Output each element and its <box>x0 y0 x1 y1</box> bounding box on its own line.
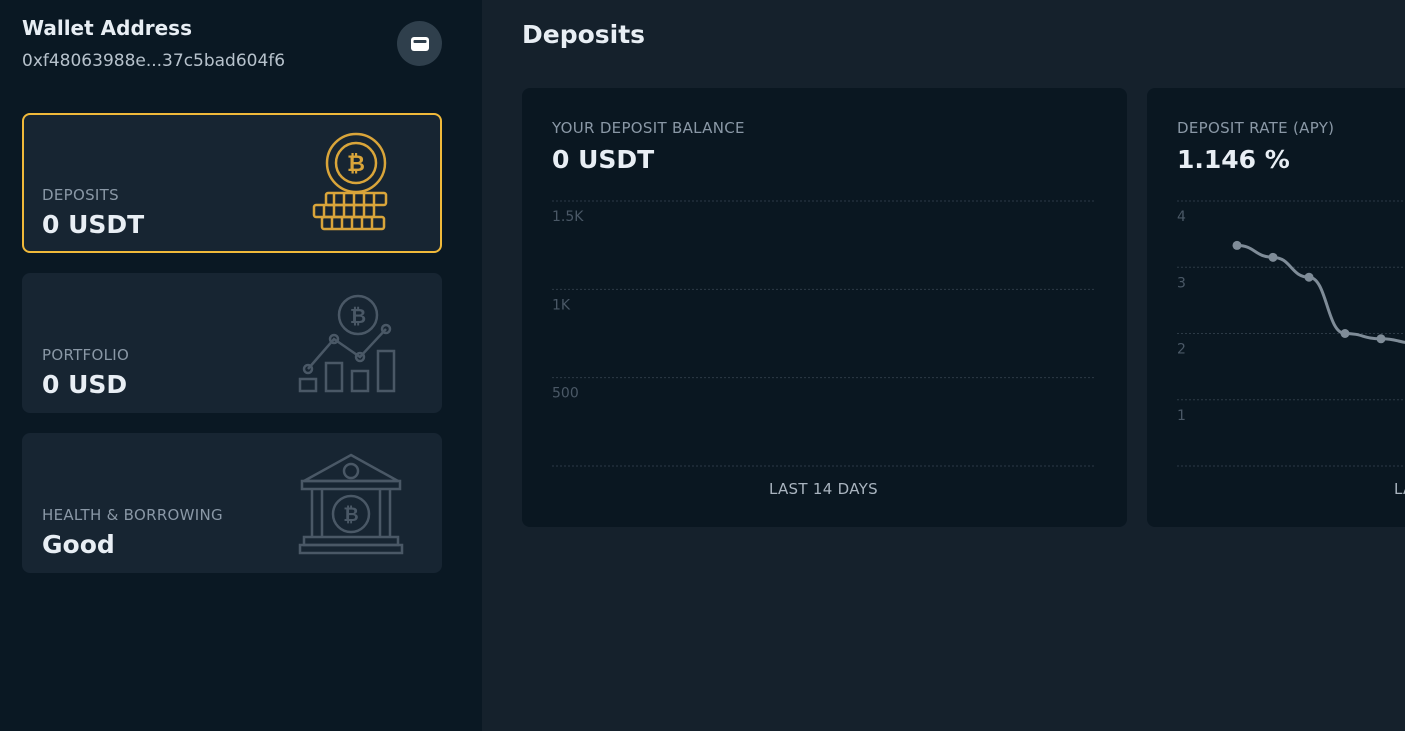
svg-text:₿: ₿ <box>347 152 365 177</box>
bitcoin-growth-chart-icon: ₿ <box>298 294 396 393</box>
page-title: Deposits <box>522 20 646 49</box>
y-tick-label: 500 <box>552 386 579 402</box>
wallet-button[interactable] <box>397 21 442 66</box>
deposits-value: 0 USDT <box>42 210 145 239</box>
data-point <box>1304 272 1314 282</box>
bitcoin-bank-icon: ₿ <box>298 453 404 555</box>
deposits-card[interactable]: DEPOSITS 0 USDT ₿ <box>22 113 442 253</box>
deposit-balance-chart: 1.5K 1K 500 <box>552 200 1095 467</box>
y-tick-label: 2 <box>1177 342 1186 358</box>
data-point <box>1268 252 1278 262</box>
deposit-balance-panel: YOUR DEPOSIT BALANCE 0 USDT 1.5K 1K 500 LA… <box>522 88 1127 527</box>
portfolio-value: 0 USD <box>42 370 128 399</box>
portfolio-label: PORTFOLIO <box>42 346 130 364</box>
sidebar: Wallet Address 0xf48063988e...37c5bad604… <box>0 0 482 731</box>
y-tick-label: 1K <box>552 297 571 313</box>
wallet-title: Wallet Address <box>22 16 192 40</box>
bitcoin-coins-icon: ₿ <box>312 132 388 231</box>
y-tick-label: 1 <box>1177 408 1186 424</box>
health-value: Good <box>42 530 115 559</box>
deposit-rate-chart: 4 3 2 1 <box>1177 200 1405 467</box>
deposit-balance-footer: LAST 14 DAYS <box>769 480 878 498</box>
health-card[interactable]: HEALTH & BORROWING Good ₿ <box>22 433 442 573</box>
y-tick-label: 1.5K <box>552 209 584 225</box>
health-label: HEALTH & BORROWING <box>42 506 223 524</box>
y-tick-label: 4 <box>1177 209 1186 225</box>
data-point <box>1340 329 1350 338</box>
svg-text:₿: ₿ <box>343 504 358 526</box>
data-point <box>1376 334 1386 344</box>
deposit-rate-footer: LA <box>1394 480 1405 498</box>
deposits-label: DEPOSITS <box>42 186 119 204</box>
portfolio-card[interactable]: PORTFOLIO 0 USD ₿ <box>22 273 442 413</box>
svg-text:₿: ₿ <box>350 304 366 328</box>
series-line <box>1236 243 1405 344</box>
deposit-rate-panel: DEPOSIT RATE (APY) 1.146 % 4321 LA <box>1147 88 1405 527</box>
data-point <box>1232 240 1242 250</box>
y-tick-label: 3 <box>1177 275 1186 291</box>
wallet-address: 0xf48063988e...37c5bad604f6 <box>22 51 286 71</box>
wallet-icon <box>410 36 429 51</box>
